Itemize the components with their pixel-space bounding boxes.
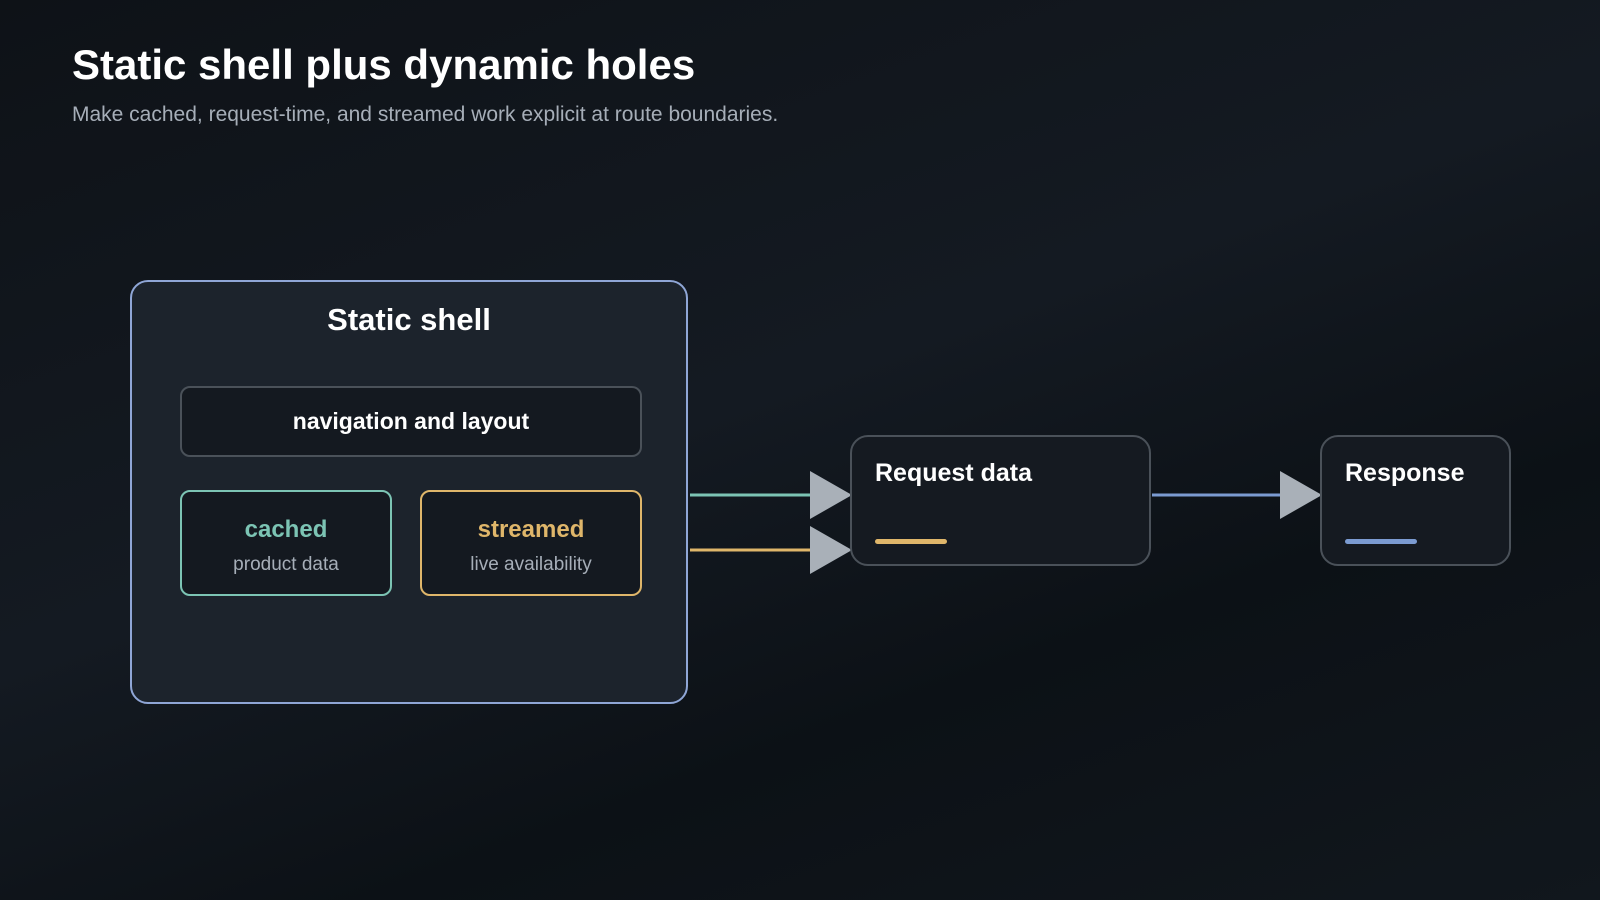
arrowhead-cached (810, 471, 852, 519)
static-shell-title: Static shell (327, 302, 491, 337)
request-data-title: Request data (875, 459, 1032, 487)
request-data-node: Request data (850, 435, 1151, 566)
arrowhead-streamed (810, 526, 852, 574)
streamed-sublabel: live availability (470, 554, 592, 575)
arrowhead-response (1280, 471, 1322, 519)
navigation-layout-box: navigation and layout (180, 386, 642, 457)
response-title: Response (1345, 459, 1465, 487)
cached-sublabel: product data (233, 554, 339, 575)
cached-label: cached (244, 516, 328, 543)
navigation-layout-label: navigation and layout (292, 408, 530, 434)
response-accent-bar (1345, 539, 1417, 544)
streamed-label: streamed (477, 516, 585, 543)
response-node: Response (1320, 435, 1511, 566)
request-data-accent-bar (875, 539, 947, 544)
cached-hole: cached product data (180, 490, 392, 596)
streamed-hole: streamed live availability (420, 490, 642, 596)
static-shell-container: Static shell navigation and layout cache… (130, 280, 688, 704)
